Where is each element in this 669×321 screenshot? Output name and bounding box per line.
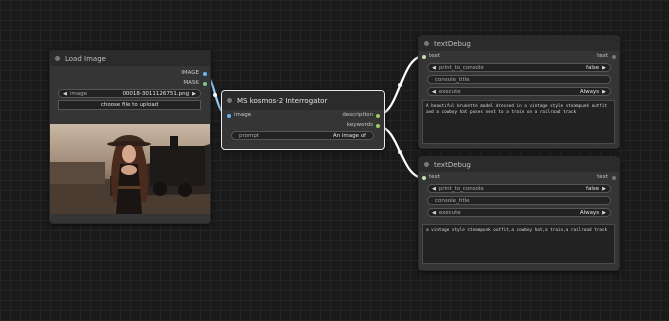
execute-select[interactable]: ◀ execute Always ▶ [427, 208, 611, 217]
arrow-right-icon[interactable]: ▶ [602, 65, 606, 71]
collapse-dot-icon[interactable] [227, 98, 232, 103]
arrow-left-icon[interactable]: ◀ [63, 91, 67, 97]
node-graph-canvas[interactable]: Load Image IMAGE MASK ◀ image 00018-3011… [0, 0, 669, 321]
output-description-label: description [342, 112, 373, 118]
node-title: MS kosmos-2 Interrogator [237, 96, 328, 105]
arrow-right-icon[interactable]: ▶ [602, 89, 606, 95]
output-text-label: text [597, 53, 608, 59]
arrow-right-icon[interactable]: ▶ [602, 186, 606, 192]
image-select[interactable]: ◀ image 00018-3011126751.png ▶ [58, 89, 201, 98]
node-title: Load Image [65, 54, 106, 63]
output-description-slot[interactable] [376, 114, 380, 118]
output-text-label: text [597, 174, 608, 180]
upload-button[interactable]: choose file to upload [58, 100, 201, 110]
execute-select[interactable]: ◀ execute Always ▶ [427, 87, 611, 96]
input-text-slot[interactable] [422, 55, 426, 59]
output-text-slot[interactable] [612, 176, 616, 180]
input-image-label: image [234, 112, 252, 118]
photo-train-woman [50, 124, 210, 214]
input-text-label: text [429, 174, 440, 180]
prompt-field[interactable]: prompt An image of [231, 131, 374, 140]
collapse-dot-icon[interactable] [424, 41, 429, 46]
node-title: textDebug [434, 39, 471, 48]
output-image-slot[interactable] [203, 72, 207, 76]
arrow-left-icon[interactable]: ◀ [432, 210, 436, 216]
input-image-slot[interactable] [227, 114, 231, 118]
output-mask-slot[interactable] [203, 82, 207, 86]
load-image-node[interactable]: Load Image IMAGE MASK ◀ image 00018-3011… [49, 50, 211, 224]
collapse-dot-icon[interactable] [55, 56, 60, 61]
text-debug-node-1[interactable]: textDebug text text ◀ print_to_console f… [418, 35, 620, 149]
print-to-console-toggle[interactable]: ◀ print_to_console false ▶ [427, 184, 611, 193]
arrow-left-icon[interactable]: ◀ [432, 186, 436, 192]
node-title: textDebug [434, 160, 471, 169]
debug-text-output[interactable]: a vintage style steampunk outfit,a cowbo… [422, 224, 615, 264]
arrow-right-icon[interactable]: ▶ [602, 210, 606, 216]
console-title-field[interactable]: console_title [427, 75, 611, 84]
image-preview [50, 124, 210, 214]
node-header[interactable]: textDebug [419, 36, 619, 51]
print-to-console-toggle[interactable]: ◀ print_to_console false ▶ [427, 63, 611, 72]
output-text-slot[interactable] [612, 55, 616, 59]
node-header[interactable]: textDebug [419, 157, 619, 172]
arrow-left-icon[interactable]: ◀ [432, 89, 436, 95]
collapse-dot-icon[interactable] [424, 162, 429, 167]
console-title-field[interactable]: console_title [427, 196, 611, 205]
output-keywords-slot[interactable] [376, 124, 380, 128]
input-text-label: text [429, 53, 440, 59]
node-header[interactable]: MS kosmos-2 Interrogator [222, 91, 384, 110]
debug-text-output[interactable]: A beautiful brunette model dressed in a … [422, 100, 615, 144]
output-mask-label: MASK [183, 80, 199, 86]
input-text-slot[interactable] [422, 176, 426, 180]
arrow-right-icon[interactable]: ▶ [192, 91, 196, 97]
output-image-label: IMAGE [181, 70, 199, 76]
kosmos-interrogator-node[interactable]: MS kosmos-2 Interrogator image descripti… [221, 90, 385, 150]
arrow-left-icon[interactable]: ◀ [432, 65, 436, 71]
text-debug-node-2[interactable]: textDebug text text ◀ print_to_console f… [418, 156, 620, 271]
node-header[interactable]: Load Image [50, 51, 210, 66]
output-keywords-label: keywords [346, 122, 373, 128]
